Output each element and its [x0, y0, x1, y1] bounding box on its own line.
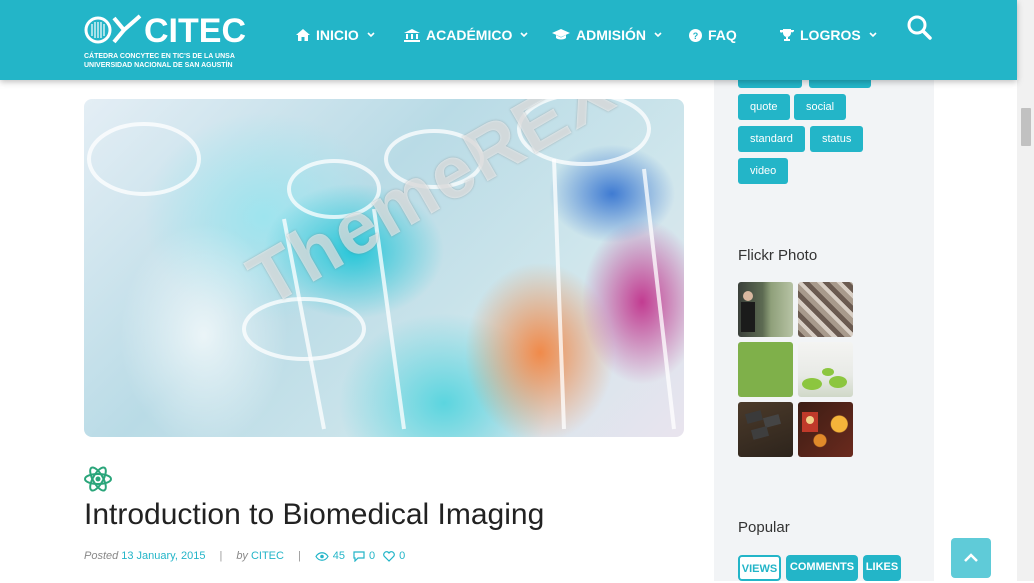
- chevron-down-icon: [367, 32, 375, 38]
- beanbags-image: [802, 368, 847, 390]
- question-icon: ?: [689, 28, 702, 42]
- chevron-down-icon: [654, 32, 662, 38]
- scroll-to-top-button[interactable]: [951, 538, 991, 578]
- tag-video[interactable]: video: [738, 158, 789, 184]
- post-featured-image[interactable]: ThemeREX: [84, 99, 684, 437]
- tab-likes[interactable]: LIKES: [863, 555, 901, 581]
- bank-icon: [404, 28, 420, 42]
- main-nav: INICIO ACADÉMICO ADMISIÓN ? FAQ LOGROS: [0, 0, 1017, 70]
- popular-title: Popular: [738, 519, 790, 536]
- atom-icon: [84, 466, 112, 492]
- tag-standard[interactable]: standard: [738, 126, 805, 152]
- flickr-photo[interactable]: [798, 282, 853, 337]
- nav-item-inicio[interactable]: INICIO: [296, 25, 375, 45]
- likes-count[interactable]: 0: [383, 550, 405, 562]
- flickr-photo[interactable]: [738, 402, 793, 457]
- tab-comments[interactable]: COMMENTS: [786, 555, 858, 581]
- nav-item-faq[interactable]: ? FAQ: [689, 25, 737, 45]
- nav-item-academico[interactable]: ACADÉMICO: [404, 25, 528, 45]
- tag-quote[interactable]: quote: [738, 94, 790, 120]
- post-meta: Posted 13 January, 2015 | by CITEC | 45 …: [84, 549, 413, 563]
- scrollbar-thumb[interactable]: [1021, 108, 1031, 146]
- views-count: 45: [315, 550, 345, 562]
- tag-social[interactable]: social: [794, 94, 847, 120]
- flickr-photo[interactable]: [738, 342, 793, 397]
- chevron-up-icon: [964, 553, 978, 562]
- post-date[interactable]: 13 January, 2015: [121, 550, 205, 562]
- views-value: 45: [332, 550, 346, 562]
- cup-image: [802, 412, 818, 432]
- nav-item-label: INICIO: [316, 27, 359, 43]
- search-icon[interactable]: [906, 14, 932, 40]
- nav-item-label: ADMISIÓN: [576, 27, 646, 43]
- nav-item-admision[interactable]: ADMISIÓN: [552, 25, 662, 45]
- posted-label: Posted: [84, 550, 119, 562]
- by-label: by: [236, 550, 248, 562]
- graduation-cap-icon: [552, 29, 570, 40]
- tab-views[interactable]: VIEWS: [738, 555, 781, 581]
- chevron-down-icon: [869, 32, 877, 38]
- comment-icon: [353, 550, 365, 562]
- flickr-photo[interactable]: [738, 282, 793, 337]
- nav-item-label: LOGROS: [800, 27, 861, 43]
- comments-count[interactable]: 0: [353, 550, 375, 562]
- flickr-title: Flickr Photo: [738, 247, 818, 264]
- nav-item-logros[interactable]: LOGROS: [780, 25, 877, 45]
- trophy-icon: [780, 29, 794, 41]
- site-header: CITEC CÁTEDRA CONCYTEC EN TIC'S DE LA UN…: [0, 0, 1017, 80]
- likes-value: 0: [399, 550, 406, 562]
- svg-text:?: ?: [693, 31, 699, 41]
- cards-image: [744, 410, 782, 440]
- nav-item-label: ACADÉMICO: [426, 27, 513, 43]
- nav-item-label: FAQ: [708, 27, 737, 43]
- flickr-photo[interactable]: [798, 342, 853, 397]
- flickr-photo[interactable]: [798, 402, 853, 457]
- post-author[interactable]: CITEC: [251, 550, 284, 562]
- home-icon: [296, 29, 310, 41]
- test-tubes-illustration: [87, 99, 676, 430]
- eye-icon: [315, 551, 329, 561]
- chevron-down-icon: [520, 32, 528, 38]
- tag-status[interactable]: status: [810, 126, 864, 152]
- meta-divider: |: [297, 550, 301, 562]
- post-title[interactable]: Introduction to Biomedical Imaging: [84, 498, 544, 532]
- page-scrollbar[interactable]: [1017, 0, 1034, 581]
- meta-divider: |: [219, 550, 223, 562]
- comments-value: 0: [369, 550, 376, 562]
- person-silhouette-icon: [741, 291, 755, 332]
- heart-icon: [383, 550, 396, 562]
